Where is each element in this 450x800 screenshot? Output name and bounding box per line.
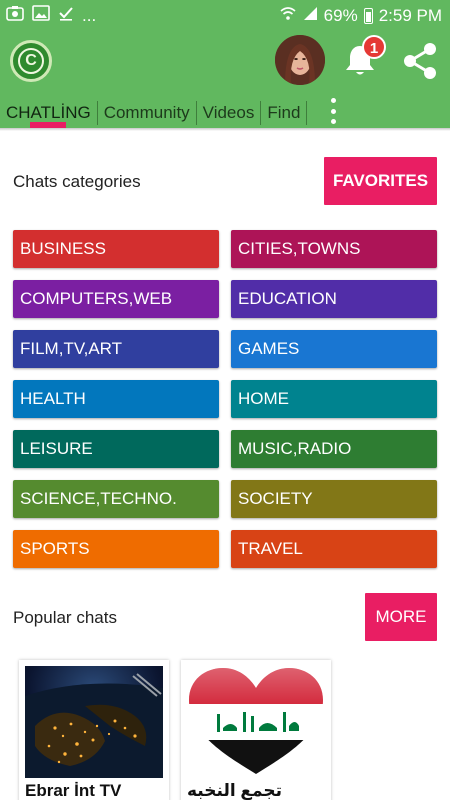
- battery-icon: [363, 7, 373, 24]
- more-notifications-indicator: ...: [82, 5, 97, 25]
- logo-letter: C: [18, 48, 44, 74]
- category-home[interactable]: HOME: [231, 380, 437, 418]
- clock: 2:59 PM: [378, 5, 442, 25]
- earth-night-image: [25, 666, 163, 778]
- app-bar: C 1 CHATLİNG Community Videos Find: [0, 30, 450, 130]
- category-health[interactable]: HEALTH: [13, 380, 219, 418]
- popular-chat-name: Ebrar İnt TV: [25, 781, 122, 800]
- category-education[interactable]: EDUCATION: [231, 280, 437, 318]
- category-computers[interactable]: COMPUTERS,WEB: [13, 280, 219, 318]
- status-bar: ... 69% 2:59 PM: [0, 0, 450, 30]
- category-science[interactable]: SCIENCE,TECHNO.: [13, 480, 219, 518]
- popular-chat-card[interactable]: تجمع النخبه: [181, 660, 331, 800]
- tab-community[interactable]: Community: [98, 101, 197, 125]
- status-right: 69% 2:59 PM: [280, 5, 442, 26]
- category-society[interactable]: SOCIETY: [231, 480, 437, 518]
- iraq-flag-heart-image: [187, 666, 325, 778]
- category-business[interactable]: BUSINESS: [13, 230, 219, 268]
- check-icon: [58, 5, 74, 26]
- category-leisure[interactable]: LEISURE: [13, 430, 219, 468]
- popular-chat-card[interactable]: Ebrar İnt TV: [19, 660, 169, 800]
- tab-find[interactable]: Find: [261, 101, 308, 125]
- avatar-portrait-icon: [275, 35, 325, 85]
- app-bar-shadow: [0, 128, 450, 131]
- battery-percent: 69%: [323, 5, 358, 25]
- notification-count-badge[interactable]: 1: [362, 35, 386, 59]
- status-left: ...: [6, 5, 96, 26]
- popular-chats-heading: Popular chats: [13, 608, 117, 627]
- tab-bar: CHATLİNG Community Videos Find: [0, 96, 450, 130]
- image-icon: [32, 5, 50, 26]
- signal-icon: [302, 5, 318, 26]
- more-button[interactable]: MORE: [365, 593, 437, 641]
- category-sports[interactable]: SPORTS: [13, 530, 219, 568]
- favorites-button[interactable]: FAVORITES: [324, 157, 437, 205]
- category-travel[interactable]: TRAVEL: [231, 530, 437, 568]
- user-avatar[interactable]: [275, 35, 325, 85]
- tab-videos[interactable]: Videos: [197, 101, 262, 125]
- app-logo-icon[interactable]: C: [10, 40, 52, 82]
- categories-heading: Chats categories: [13, 172, 141, 191]
- category-film[interactable]: FILM,TV,ART: [13, 330, 219, 368]
- category-cities[interactable]: CITIES,TOWNS: [231, 230, 437, 268]
- category-music[interactable]: MUSIC,RADIO: [231, 430, 437, 468]
- gallery-icon: [6, 5, 24, 26]
- share-icon[interactable]: [398, 39, 442, 83]
- overflow-menu-icon[interactable]: [328, 98, 338, 124]
- category-games[interactable]: GAMES: [231, 330, 437, 368]
- wifi-icon: [280, 5, 296, 26]
- popular-chat-name: تجمع النخبه: [187, 781, 283, 800]
